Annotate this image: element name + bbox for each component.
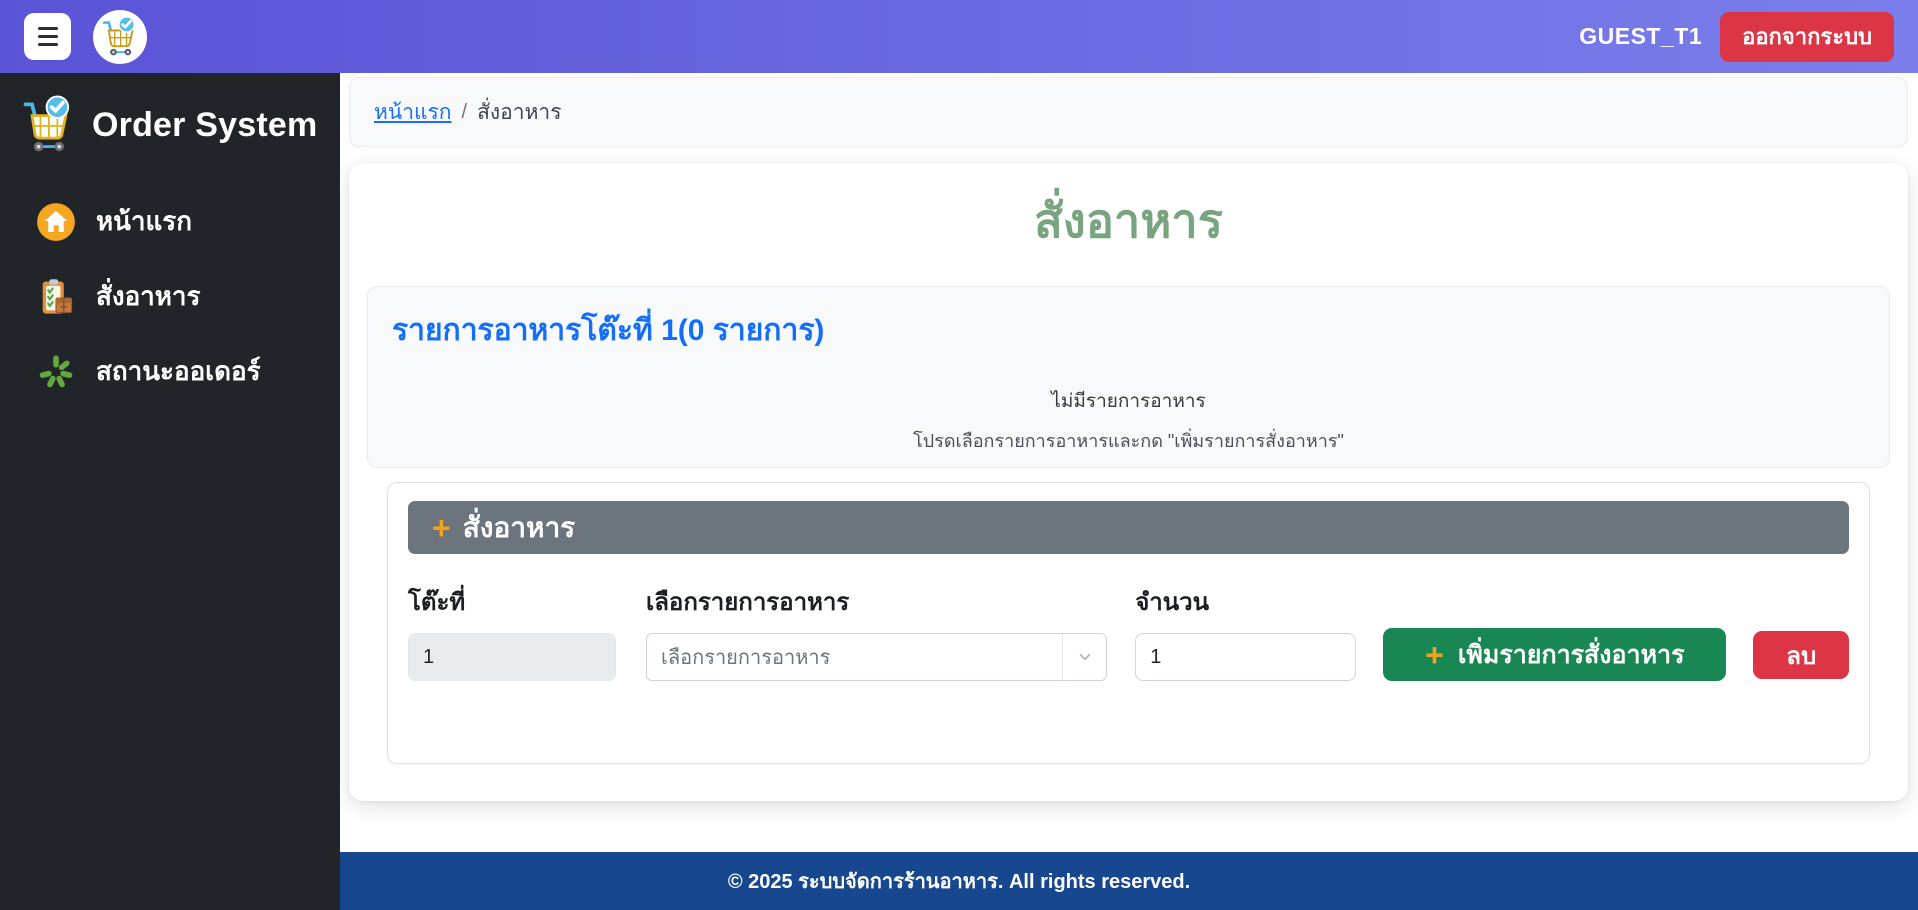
main-content: หน้าแรก / สั่งอาหาร สั่งอาหาร รายการอาหา… (340, 73, 1918, 852)
empty-state-title: ไม่มีรายการอาหาร (392, 386, 1865, 416)
sidebar-toggle-button[interactable] (24, 13, 71, 60)
sidebar-item-label: สถานะออเดอร์ (96, 351, 261, 392)
copyright-text: © 2025 ระบบจัดการร้านอาหาร. All rights r… (728, 865, 1190, 897)
quantity-input[interactable] (1135, 633, 1356, 681)
sidebar: Order System หน้าแรก (0, 73, 340, 910)
order-form-card: + สั่งอาหาร โต๊ะที่ เลือกรายการอาหาร เลื… (387, 482, 1870, 764)
add-order-button[interactable]: + เพิ่มรายการสั่งอาหาร (1383, 628, 1726, 681)
breadcrumb-current: สั่งอาหาร (477, 96, 561, 129)
order-list-header: รายการอาหารโต๊ะที่ 1(0 รายการ) (392, 307, 1865, 354)
order-list-empty-state: ไม่มีรายการอาหาร โปรดเลือกรายการอาหารและ… (392, 386, 1865, 455)
quantity-field: จำนวน (1135, 582, 1356, 681)
table-number-label: โต๊ะที่ (408, 582, 616, 621)
logged-in-username: GUEST_T1 (1579, 23, 1702, 50)
main-panel: สั่งอาหาร รายการอาหารโต๊ะที่ 1(0 รายการ)… (349, 163, 1908, 801)
order-form-header-label: สั่งอาหาร (463, 506, 576, 550)
order-form-header: + สั่งอาหาร (408, 501, 1849, 554)
menu-select-field: เลือกรายการอาหาร เลือกรายการอาหาร (646, 582, 1107, 681)
app-logo (93, 10, 147, 64)
logout-button[interactable]: ออกจากระบบ (1720, 12, 1894, 62)
delete-button[interactable]: ลบ (1753, 631, 1849, 679)
status-spinner-icon (36, 352, 76, 392)
plus-icon: + (1425, 639, 1444, 671)
hamburger-icon (38, 27, 58, 30)
empty-state-hint: โปรดเลือกรายการอาหารและกด "เพิ่มรายการสั… (392, 426, 1865, 455)
table-number-field: โต๊ะที่ (408, 582, 616, 681)
menu-select[interactable]: เลือกรายการอาหาร (646, 633, 1107, 681)
sidebar-item-order[interactable]: สั่งอาหาร (0, 266, 340, 327)
breadcrumb-separator: / (462, 101, 468, 124)
menu-select-label: เลือกรายการอาหาร (646, 582, 1107, 621)
breadcrumb-home-link[interactable]: หน้าแรก (374, 96, 452, 129)
quantity-label: จำนวน (1135, 582, 1356, 621)
page-title: สั่งอาหาร (367, 183, 1890, 258)
sidebar-item-label: หน้าแรก (96, 201, 192, 242)
sidebar-item-order-status[interactable]: สถานะออเดอร์ (0, 341, 340, 402)
sidebar-item-home[interactable]: หน้าแรก (0, 191, 340, 252)
plus-icon: + (432, 512, 451, 544)
order-form-row: โต๊ะที่ เลือกรายการอาหาร เลือกรายการอาหา… (408, 582, 1849, 681)
table-number-input[interactable] (408, 633, 616, 681)
menu-select-placeholder: เลือกรายการอาหาร (647, 641, 1062, 673)
home-icon (36, 202, 76, 242)
cart-logo-icon (99, 16, 141, 58)
cart-logo-icon (18, 95, 78, 155)
chevron-down-icon (1062, 634, 1106, 680)
breadcrumb: หน้าแรก / สั่งอาหาร (349, 77, 1908, 147)
topbar: GUEST_T1 ออกจากระบบ (0, 0, 1918, 73)
sidebar-brand: Order System (0, 73, 340, 165)
sidebar-nav: หน้าแรก สั่งอาหาร (0, 191, 340, 402)
add-order-button-label: เพิ่มรายการสั่งอาหาร (1458, 635, 1685, 675)
order-list-card: รายการอาหารโต๊ะที่ 1(0 รายการ) ไม่มีรายก… (367, 286, 1890, 468)
app-title: Order System (92, 106, 317, 145)
order-clipboard-icon (36, 277, 76, 317)
sidebar-item-label: สั่งอาหาร (96, 276, 200, 317)
